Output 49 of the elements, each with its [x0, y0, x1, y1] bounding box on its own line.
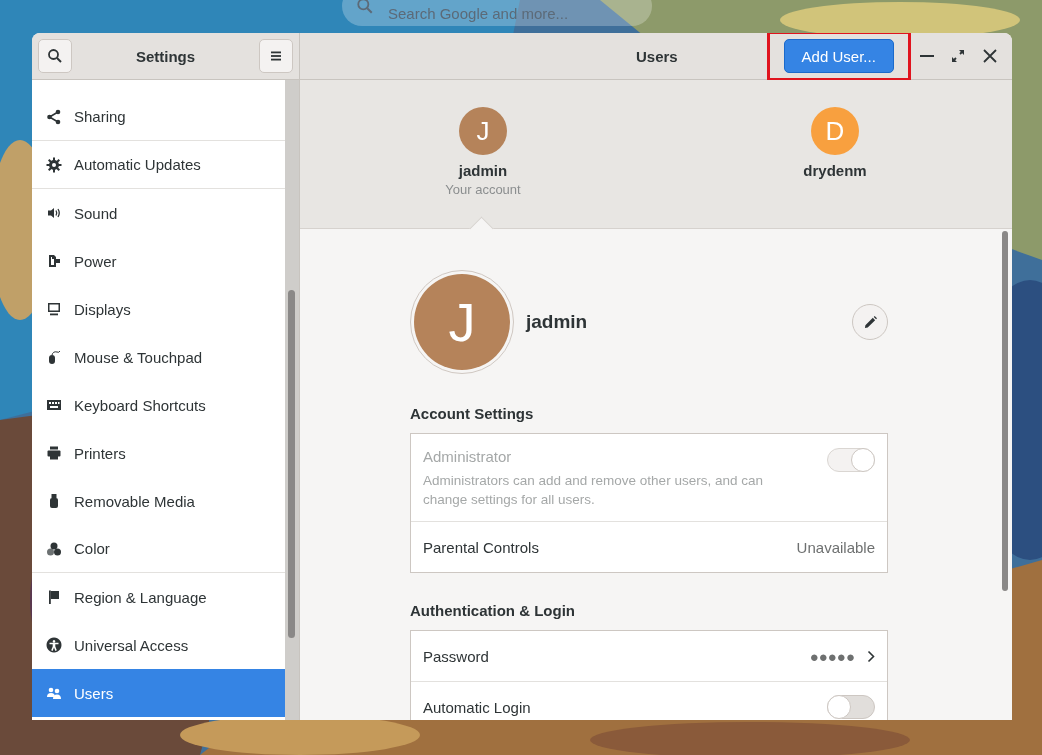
edit-button[interactable] — [852, 304, 888, 340]
search-icon — [356, 0, 374, 15]
sidebar-item[interactable]: Users — [32, 669, 286, 717]
menu-icon — [270, 50, 282, 62]
accessibility-icon — [46, 637, 62, 653]
user-name: jadmin — [526, 311, 588, 333]
flag-icon — [46, 589, 62, 605]
sidebar-item[interactable]: Removable Media — [32, 477, 286, 525]
window-title: Users — [636, 47, 678, 65]
search-icon — [47, 48, 63, 64]
row-value: Unavailable — [796, 538, 875, 556]
user-tile[interactable]: D drydenm — [744, 80, 926, 228]
add-user-button[interactable]: Add User... — [783, 39, 894, 73]
row-label: Automatic Login — [423, 698, 532, 716]
scrollbar-thumb[interactable] — [288, 290, 296, 638]
chevron-right-icon — [867, 649, 875, 663]
sidebar-item[interactable]: Keyboard Shortcuts — [32, 381, 286, 429]
row-label: Password — [423, 647, 490, 665]
circles-icon — [46, 540, 62, 557]
password-dots: ●●●●● — [809, 647, 855, 665]
users-icon — [46, 685, 62, 701]
mouse-icon — [46, 349, 62, 365]
share-icon — [46, 108, 62, 125]
sidebar-item[interactable]: Region & Language — [32, 573, 286, 621]
row-label: Parental Controls — [423, 538, 540, 556]
sidebar-title: Settings — [135, 47, 196, 65]
maximize-icon — [951, 49, 966, 63]
keyboard-icon — [46, 397, 62, 413]
sidebar-item[interactable]: Sound — [32, 189, 286, 237]
sidebar-item[interactable]: Mouse & Touchpad — [32, 333, 286, 381]
pencil-icon — [863, 315, 877, 329]
menu-button[interactable] — [259, 39, 293, 73]
section-heading: Account Settings — [410, 405, 535, 422]
speaker-icon — [46, 205, 62, 221]
row-description: Administrators can add and remove other users, and can change settings for all users. — [423, 472, 764, 509]
search-button[interactable] — [38, 39, 72, 73]
row-label: Administrator — [423, 448, 513, 465]
toggle-switch[interactable] — [827, 695, 875, 719]
sidebar-item[interactable]: Displays — [32, 285, 286, 333]
section-heading: Authentication & Login — [410, 602, 576, 619]
sidebar-item[interactable]: Power — [32, 237, 286, 285]
sidebar-item[interactable]: Universal Access — [32, 621, 286, 669]
scrollbar-thumb[interactable] — [1002, 231, 1008, 591]
gear-icon — [46, 156, 62, 173]
sidebar-item[interactable]: Printers — [32, 429, 286, 477]
plug-icon — [46, 253, 62, 269]
printer-icon — [46, 445, 62, 461]
close-icon — [983, 49, 998, 63]
monitor-icon — [46, 301, 62, 317]
